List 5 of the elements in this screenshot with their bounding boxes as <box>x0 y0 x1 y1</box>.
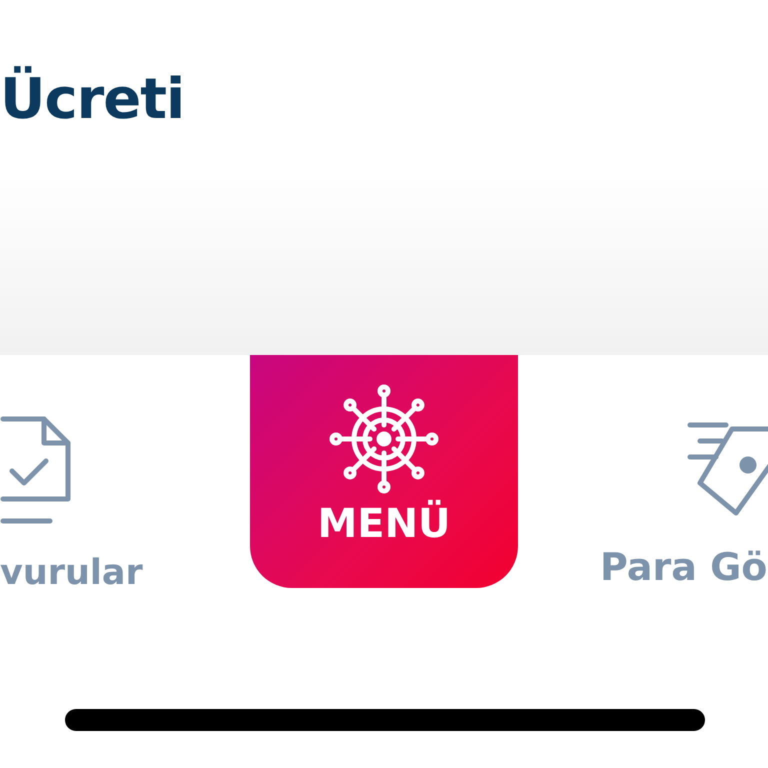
menu-button[interactable]: MENÜ <box>250 355 518 588</box>
tab-item[interactable]: vurular <box>0 355 150 645</box>
tab-item[interactable]: Para Gö <box>600 355 768 645</box>
ship-wheel-icon <box>328 383 440 495</box>
page-title: Ücreti <box>0 65 184 134</box>
